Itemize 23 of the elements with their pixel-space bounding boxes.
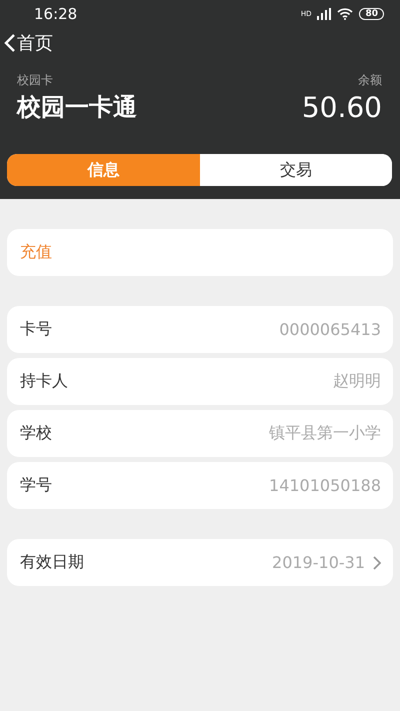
row-value: 2019-10-31 xyxy=(272,553,365,572)
row-value: 赵明明 xyxy=(333,371,381,392)
row-label: 充值 xyxy=(20,242,52,263)
back-chevron-icon xyxy=(4,33,16,53)
wifi-icon xyxy=(337,8,354,20)
battery-indicator: 80 xyxy=(359,8,384,20)
row-value: 镇平县第一小学 xyxy=(269,423,381,444)
info-row[interactable]: 有效日期 2019-10-31 xyxy=(7,539,393,586)
signal-icon xyxy=(317,8,332,20)
row-value: 14101050188 xyxy=(269,476,381,495)
status-time: 16:28 xyxy=(34,5,78,23)
row-value: 0000065413 xyxy=(279,320,381,339)
card-name: 校园一卡通 xyxy=(17,92,137,123)
row-label: 学校 xyxy=(20,423,52,444)
row-label: 有效日期 xyxy=(20,552,84,573)
row-label: 卡号 xyxy=(20,319,52,340)
card-type-label: 校园卡 xyxy=(17,72,54,89)
chevron-icon xyxy=(373,556,381,570)
back-button[interactable]: 首页 xyxy=(4,31,53,55)
row-label: 持卡人 xyxy=(20,371,68,392)
balance-label: 余额 xyxy=(358,72,382,89)
balance-amount: 50.60 xyxy=(302,91,382,124)
row-label: 学号 xyxy=(20,475,52,496)
